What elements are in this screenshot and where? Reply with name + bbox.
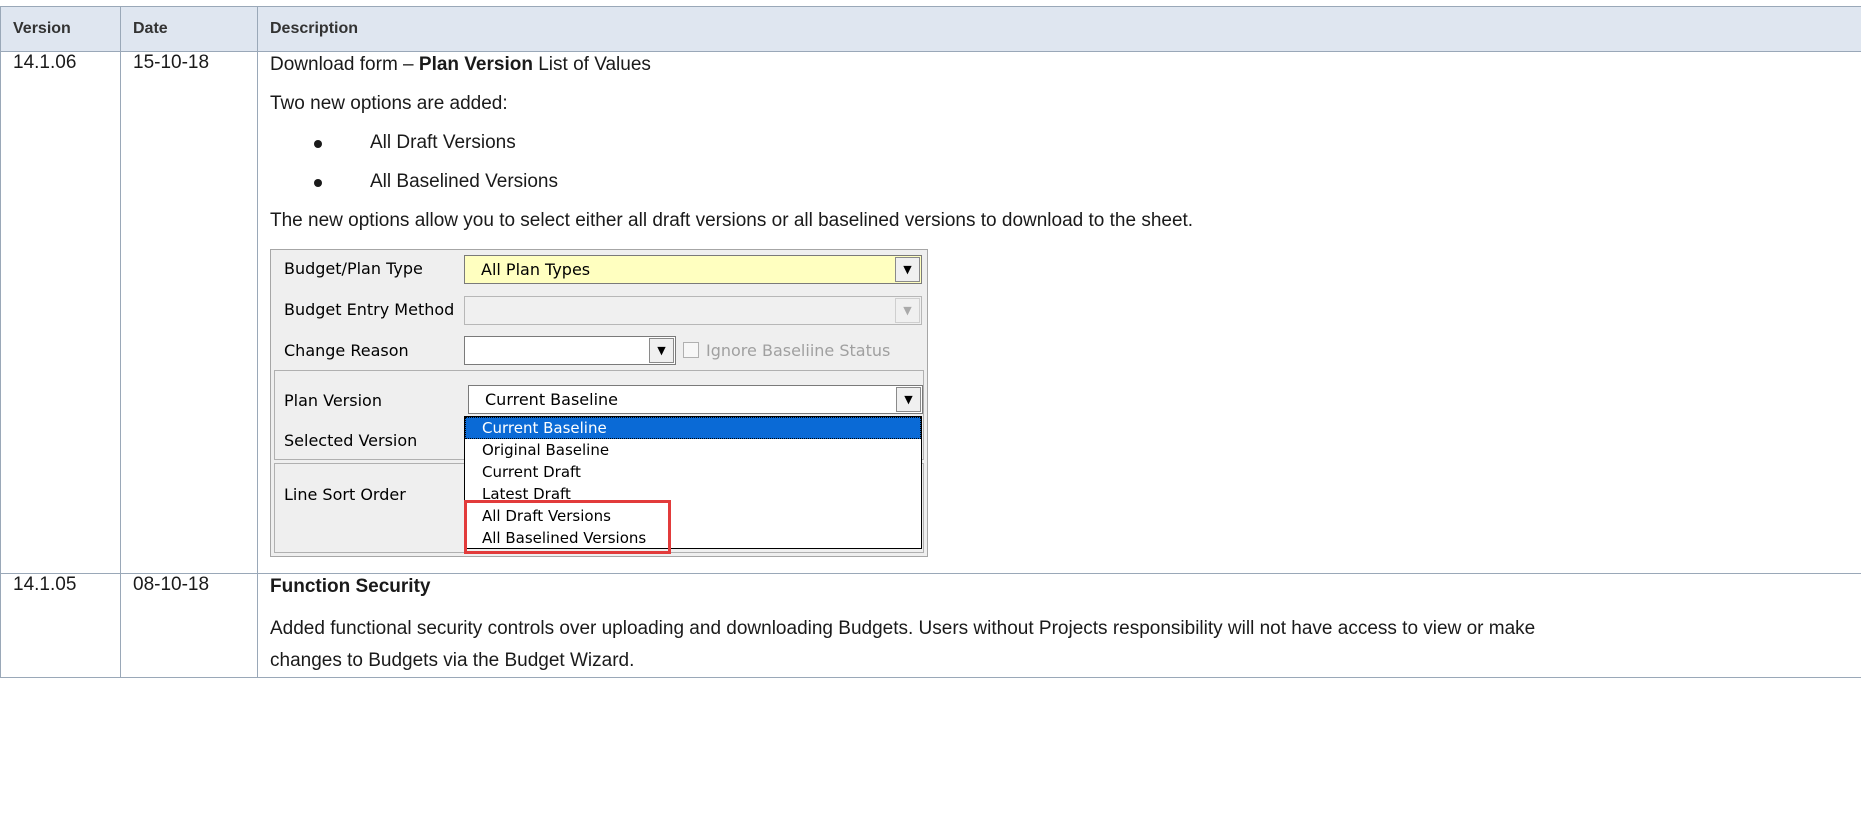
date-cell: 15-10-18 xyxy=(120,51,258,574)
chevron-down-icon[interactable]: ▼ xyxy=(895,257,920,282)
chevron-down-icon[interactable]: ▼ xyxy=(896,387,921,412)
table-row: 14.1.05 08-10-18 Function Security Added… xyxy=(0,573,1861,678)
dropdown-option[interactable]: Current Baseline xyxy=(465,417,921,439)
line-text: Download form – xyxy=(270,54,419,75)
description-cell: Function Security Added functional secur… xyxy=(257,573,1861,678)
list-item-text: All Baselined Versions xyxy=(370,171,558,192)
highlight-box xyxy=(464,500,671,554)
line-sort-label: Line Sort Order xyxy=(284,485,406,504)
plan-version-select[interactable]: Current Baseline ▼ xyxy=(468,385,923,414)
plan-version-value: Current Baseline xyxy=(485,390,619,409)
download-form-screenshot: Budget/Plan Type All Plan Types ▼ Budget… xyxy=(270,249,928,557)
description-line: Two new options are added: xyxy=(270,93,508,114)
description-body: Added functional security controls over … xyxy=(270,618,1536,671)
plan-type-label: Budget/Plan Type xyxy=(284,259,423,278)
bold-text: Plan Version xyxy=(418,54,533,75)
entry-method-select[interactable]: ▼ xyxy=(464,296,922,325)
version-cell: 14.1.05 xyxy=(0,573,121,678)
bold-text: Function Security xyxy=(270,576,431,597)
release-notes-table: Version Date Description 14.1.06 15-10-1… xyxy=(0,6,1861,678)
bullet-list: All Draft Versions All Baselined Version… xyxy=(270,130,1861,208)
description-line: Download form – Plan Version List of Val… xyxy=(270,52,1861,91)
ignore-baseline-checkbox[interactable] xyxy=(683,342,699,358)
date-cell: 08-10-18 xyxy=(120,573,258,678)
plan-version-label: Plan Version xyxy=(284,391,382,410)
dropdown-option[interactable]: Original Baseline xyxy=(465,439,921,461)
header-row: Version Date Description xyxy=(0,6,1861,52)
section-title: Function Security xyxy=(270,574,1861,613)
chevron-down-icon[interactable]: ▼ xyxy=(649,338,674,363)
list-item-text: All Draft Versions xyxy=(370,132,516,153)
list-item: All Draft Versions xyxy=(270,130,1861,169)
chevron-down-icon[interactable]: ▼ xyxy=(895,298,920,323)
entry-method-label: Budget Entry Method xyxy=(284,300,455,319)
version-cell: 14.1.06 xyxy=(0,51,121,574)
description-header: Description xyxy=(257,6,1861,52)
table-row: 14.1.06 15-10-18 Download form – Plan Ve… xyxy=(0,51,1861,574)
line-text: List of Values xyxy=(532,54,651,75)
change-reason-label: Change Reason xyxy=(284,341,409,360)
list-item: All Baselined Versions xyxy=(270,169,1861,208)
ignore-baseline-label: Ignore Baseliine Status xyxy=(706,341,891,360)
selected-version-label: Selected Version xyxy=(284,431,418,450)
dropdown-option[interactable]: Current Draft xyxy=(465,461,921,483)
version-header: Version xyxy=(0,6,121,52)
description-cell: Download form – Plan Version List of Val… xyxy=(257,51,1861,574)
plan-type-value: All Plan Types xyxy=(481,260,591,279)
bullet-icon xyxy=(314,140,322,148)
bullet-icon xyxy=(314,179,322,187)
plan-type-select[interactable]: All Plan Types ▼ xyxy=(464,255,922,284)
description-line: The new options allow you to select eith… xyxy=(270,210,1194,231)
date-header: Date xyxy=(120,6,258,52)
change-reason-select[interactable]: ▼ xyxy=(464,336,676,365)
